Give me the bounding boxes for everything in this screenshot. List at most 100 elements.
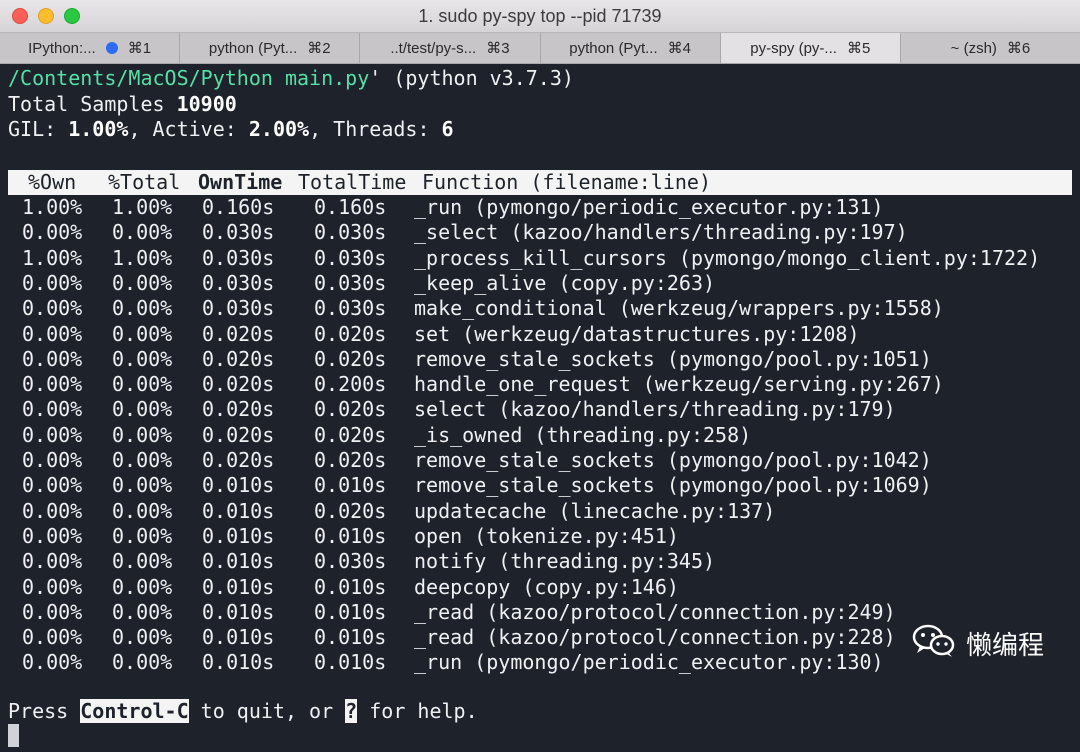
cell-own-time: 0.030s [202, 296, 275, 321]
cell-total-time: 0.010s [314, 625, 387, 650]
cell-function: _run (pymongo/periodic_executor.py:130) [414, 650, 884, 675]
cell-total-time: 0.030s [314, 296, 387, 321]
column-function[interactable]: Function (filename:line) [422, 170, 711, 195]
help-line: Press Control-C to quit, or ? for help. [8, 699, 478, 724]
help-key: ? [345, 699, 358, 723]
cell-function: set (werkzeug/datastructures.py:1208) [414, 321, 860, 346]
cell-function: make_conditional (werkzeug/wrappers.py:1… [414, 296, 944, 321]
cell-function: open (tokenize.py:451) [414, 523, 679, 548]
gil-value: 1.00% [68, 117, 129, 141]
cell-own-time: 0.020s [202, 397, 275, 422]
cell-function: remove_stale_sockets (pymongo/pool.py:10… [414, 346, 932, 371]
cell-own-time: 0.030s [202, 245, 275, 270]
tab-1[interactable]: IPython:... ⌘1 [0, 33, 181, 63]
cell-total: 0.00% [112, 220, 173, 245]
table-header: %Own %Total OwnTime TotalTime Function (… [8, 170, 1072, 195]
cell-total: 0.00% [112, 549, 173, 574]
cell-total: 0.00% [112, 448, 173, 472]
stats-line: GIL: 1.00%, Active: 2.00%, Threads: 6 [8, 117, 454, 142]
tab-2[interactable]: python (Pyt... ⌘2 [180, 33, 361, 63]
cell-total-time: 0.010s [314, 473, 387, 498]
threads-label: , Threads: [309, 117, 442, 141]
script-path: /Contents/MacOS/Python main.py [8, 66, 370, 90]
tab-5[interactable]: py-spy (py-... ⌘5 [720, 33, 901, 63]
cell-total: 0.00% [112, 346, 173, 371]
cell-function: _process_kill_cursors (pymongo/mongo_cli… [414, 245, 1041, 270]
column-total-time[interactable]: TotalTime [298, 170, 406, 195]
cell-own-time: 0.020s [202, 372, 275, 397]
cell-total-time: 0.030s [314, 220, 387, 245]
cell-own-time: 0.020s [202, 448, 275, 472]
cell-function: remove_stale_sockets (pymongo/pool.py:10… [414, 448, 932, 472]
tab-shortcut: ⌘3 [486, 40, 510, 57]
watermark: 懒编程 [912, 623, 1044, 663]
tab-3[interactable]: ..t/test/py-s... ⌘3 [360, 33, 541, 63]
cell-own-time: 0.010s [202, 549, 275, 574]
cell-function: deepcopy (copy.py:146) [414, 574, 679, 599]
cell-total-time: 0.010s [314, 574, 387, 599]
control-c-key: Control-C [80, 699, 189, 723]
cell-total: 0.00% [112, 523, 173, 548]
column-total[interactable]: %Total [108, 170, 180, 195]
cell-total: 0.00% [112, 473, 173, 498]
cell-total-time: 0.010s [314, 599, 387, 624]
python-version: ' (python v3.7.3) [369, 66, 574, 90]
cell-total-time: 0.010s [314, 523, 387, 548]
cell-function: updatecache (linecache.py:137) [414, 498, 776, 523]
tab-4[interactable]: python (Pyt... ⌘4 [541, 33, 721, 63]
cell-function: _is_owned (threading.py:258) [414, 422, 752, 447]
cell-own: 0.00% [22, 422, 83, 447]
window-title: 1. sudo py-spy top --pid 71739 [418, 6, 662, 26]
cell-total: 0.00% [112, 296, 173, 321]
cell-own: 0.00% [22, 650, 83, 675]
cell-own: 0.00% [22, 473, 83, 498]
watermark-text: 懒编程 [965, 630, 1044, 661]
cell-total-time: 0.020s [314, 498, 387, 523]
cell-own: 0.00% [22, 549, 83, 574]
cell-total: 0.00% [112, 422, 173, 447]
cell-total-time: 0.020s [314, 422, 387, 447]
title-bar: 1. sudo py-spy top --pid 71739 [0, 0, 1080, 33]
cell-total-time: 0.200s [314, 372, 387, 397]
cell-own: 0.00% [22, 372, 83, 397]
cell-own: 0.00% [22, 397, 83, 422]
tab-label: ~ (zsh) [950, 39, 997, 57]
wechat-icon [912, 623, 956, 663]
cell-own: 0.00% [22, 346, 83, 371]
column-own-time[interactable]: OwnTime [198, 170, 282, 195]
cell-own-time: 0.020s [202, 346, 275, 371]
cell-own-time: 0.030s [202, 270, 275, 295]
cell-function: _read (kazoo/protocol/connection.py:249) [414, 599, 896, 624]
cell-function: _keep_alive (copy.py:263) [414, 270, 716, 295]
cell-total-time: 0.030s [314, 245, 387, 270]
cell-total: 1.00% [112, 245, 173, 270]
tab-6[interactable]: ~ (zsh) ⌘6 [901, 33, 1080, 63]
cell-total-time: 0.020s [314, 448, 387, 472]
cell-function: _run (pymongo/periodic_executor.py:131) [414, 195, 884, 219]
cell-own: 0.00% [22, 625, 83, 650]
tab-shortcut: ⌘5 [846, 40, 871, 57]
tab-shortcut: ⌘6 [1006, 40, 1031, 57]
column-own[interactable]: %Own [28, 170, 76, 195]
tab-shortcut: ⌘1 [127, 40, 152, 57]
cell-own-time: 0.160s [202, 195, 275, 219]
cell-total: 0.00% [112, 650, 173, 675]
cell-total-time: 0.020s [314, 321, 387, 346]
cell-total: 0.00% [112, 625, 173, 650]
tab-label: python (Pyt... [569, 39, 658, 57]
cell-own: 0.00% [22, 574, 83, 599]
active-label: , Active: [128, 117, 249, 141]
cell-own-time: 0.010s [202, 599, 275, 624]
cell-total: 0.00% [112, 397, 173, 422]
gil-label: GIL: [8, 117, 69, 141]
cell-total: 0.00% [112, 599, 173, 624]
activity-dot-icon [105, 42, 118, 54]
tab-shortcut: ⌘4 [667, 40, 691, 57]
cell-total: 0.00% [112, 574, 173, 599]
samples-label: Total Samples [8, 92, 177, 116]
cell-total-time: 0.020s [314, 397, 387, 422]
help-text: for help. [357, 699, 478, 723]
terminal-cursor [8, 724, 19, 747]
cell-own: 1.00% [22, 245, 83, 270]
cell-function: _select (kazoo/handlers/threading.py:197… [414, 220, 908, 245]
